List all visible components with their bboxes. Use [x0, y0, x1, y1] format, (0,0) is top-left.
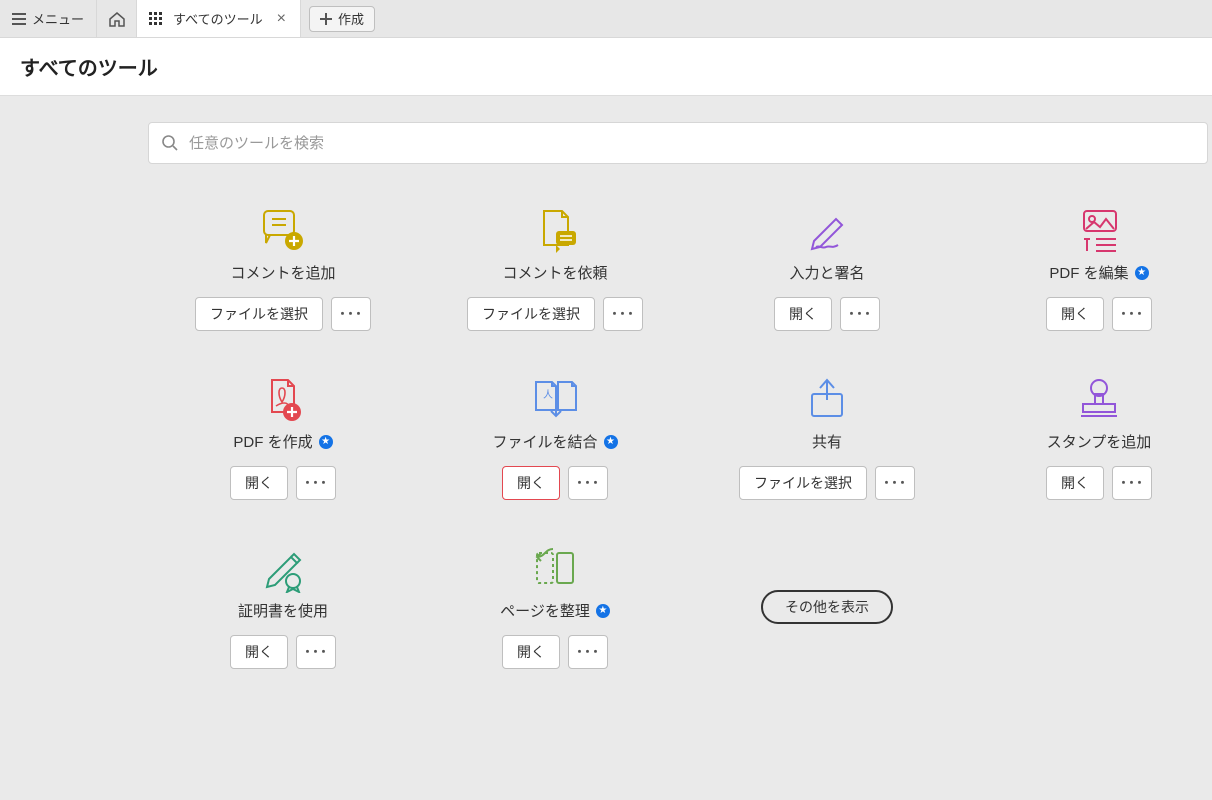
open-button[interactable]: 開く [1046, 466, 1104, 500]
tools-grid: コメントを追加 ファイルを選択 ･･･ コメントを依頼 ファイルを選択 ･･･ … [148, 206, 1212, 669]
open-button[interactable]: 開く [230, 466, 288, 500]
hamburger-icon [12, 13, 26, 25]
tool-title: PDF を作成 ★ [233, 431, 332, 452]
premium-badge-icon: ★ [319, 435, 333, 449]
select-file-button[interactable]: ファイルを選択 [467, 297, 595, 331]
tool-organize-pages: ページを整理 ★ 開く ･･･ [420, 544, 690, 669]
more-button[interactable]: ･･･ [1112, 297, 1152, 331]
tool-title: ファイルを結合 ★ [492, 431, 617, 452]
content: コメントを追加 ファイルを選択 ･･･ コメントを依頼 ファイルを選択 ･･･ … [0, 96, 1212, 669]
create-pdf-icon [258, 375, 308, 425]
search-box[interactable] [148, 122, 1208, 164]
share-icon [802, 375, 852, 425]
tool-title: PDF を編集 ★ [1049, 262, 1148, 283]
more-button[interactable]: ･･･ [296, 635, 336, 669]
tool-title: コメントを依頼 [502, 262, 607, 283]
search-icon [161, 134, 179, 152]
search-input[interactable] [189, 135, 1195, 152]
fill-sign-icon [802, 206, 852, 256]
tool-fill-sign: 入力と署名 開く ･･･ [692, 206, 962, 331]
open-button[interactable]: 開く [502, 635, 560, 669]
edit-pdf-icon [1074, 206, 1124, 256]
svg-text:人: 人 [543, 389, 553, 401]
more-button[interactable]: ･･･ [296, 466, 336, 500]
tool-title: コメントを追加 [230, 262, 335, 283]
select-file-button[interactable]: ファイルを選択 [195, 297, 323, 331]
organize-pages-icon [529, 544, 581, 594]
tool-title: ページを整理 ★ [500, 600, 610, 621]
tool-add-comment: コメントを追加 ファイルを選択 ･･･ [148, 206, 418, 331]
premium-badge-icon: ★ [604, 435, 618, 449]
open-button[interactable]: 開く [1046, 297, 1104, 331]
show-more-cell: その他を表示 [692, 544, 962, 669]
stamp-icon [1073, 375, 1125, 425]
open-button[interactable]: 開く [774, 297, 832, 331]
show-more-button[interactable]: その他を表示 [761, 590, 893, 624]
comment-request-icon [530, 206, 580, 256]
create-label: 作成 [338, 9, 364, 28]
menu-label: メニュー [32, 9, 84, 28]
topbar: メニュー すべてのツール × 作成 [0, 0, 1212, 38]
select-file-button[interactable]: ファイルを選択 [739, 466, 867, 500]
page-title: すべてのツール [0, 38, 1212, 96]
more-button[interactable]: ･･･ [568, 466, 608, 500]
tool-title: スタンプを追加 [1047, 431, 1152, 452]
more-button[interactable]: ･･･ [875, 466, 915, 500]
tool-add-stamp: スタンプを追加 開く ･･･ [964, 375, 1212, 500]
combine-files-icon: 人 [528, 375, 582, 425]
premium-badge-icon: ★ [1135, 266, 1149, 280]
tab-all-tools[interactable]: すべてのツール × [137, 0, 301, 37]
premium-badge-icon: ★ [596, 604, 610, 618]
create-button[interactable]: 作成 [309, 6, 375, 32]
comment-add-icon [258, 206, 308, 256]
more-button[interactable]: ･･･ [603, 297, 643, 331]
open-button[interactable]: 開く [230, 635, 288, 669]
menu-button[interactable]: メニュー [0, 0, 97, 37]
tool-title: 共有 [812, 431, 842, 452]
tool-edit-pdf: PDF を編集 ★ 開く ･･･ [964, 206, 1212, 331]
more-button[interactable]: ･･･ [840, 297, 880, 331]
tab-label: すべてのツール [173, 9, 263, 28]
tool-request-comment: コメントを依頼 ファイルを選択 ･･･ [420, 206, 690, 331]
tool-title: 証明書を使用 [238, 600, 328, 621]
more-button[interactable]: ･･･ [568, 635, 608, 669]
grid-icon [149, 12, 163, 26]
home-icon [108, 11, 126, 27]
certificate-icon [257, 544, 309, 594]
close-icon[interactable]: × [273, 10, 290, 28]
tool-combine-files: 人 ファイルを結合 ★ 開く ･･･ [420, 375, 690, 500]
more-button[interactable]: ･･･ [1112, 466, 1152, 500]
more-button[interactable]: ･･･ [331, 297, 371, 331]
tool-share: 共有 ファイルを選択 ･･･ [692, 375, 962, 500]
home-button[interactable] [97, 0, 137, 37]
open-button[interactable]: 開く [502, 466, 560, 500]
tool-create-pdf: PDF を作成 ★ 開く ･･･ [148, 375, 418, 500]
tool-title: 入力と署名 [789, 262, 864, 283]
tool-use-certificate: 証明書を使用 開く ･･･ [148, 544, 418, 669]
plus-icon [320, 13, 332, 25]
